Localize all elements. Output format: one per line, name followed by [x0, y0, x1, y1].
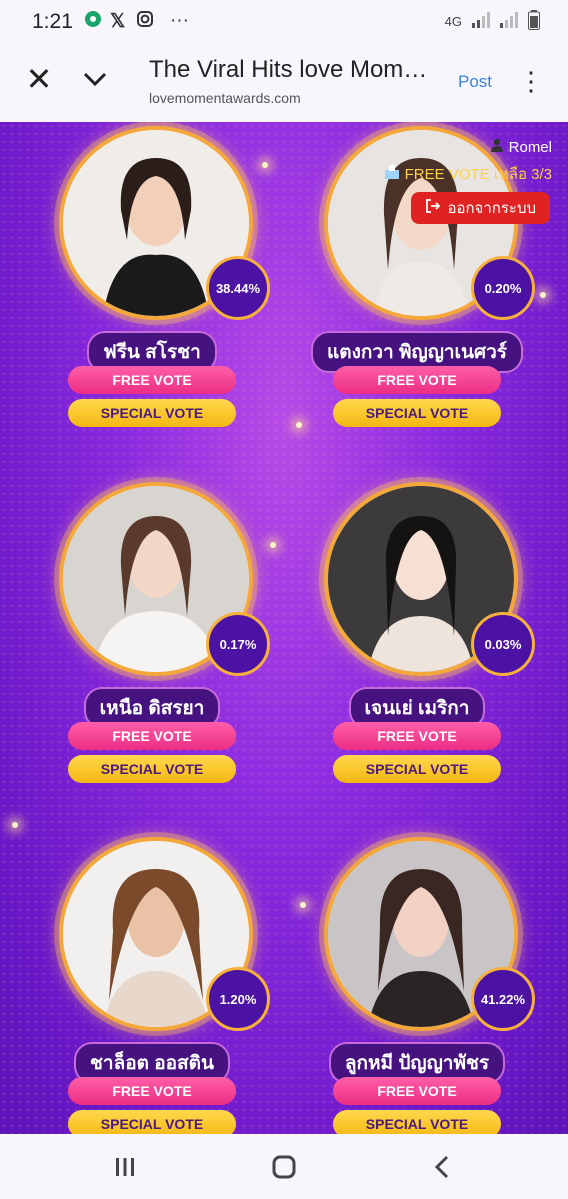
special-vote-button[interactable]: SPECIAL VOTE [333, 1110, 501, 1134]
candidate-card: 0.17% เหนือ ดิสรยา FREE VOTE SPECIAL VOT… [32, 482, 272, 812]
free-vote-button[interactable]: FREE VOTE [68, 366, 236, 394]
status-bar: 1:21 𝕏 ··· 4G [0, 0, 568, 44]
free-vote-button[interactable]: FREE VOTE [333, 722, 501, 750]
free-vote-button[interactable]: FREE VOTE [333, 1077, 501, 1105]
logout-label: ออกจากระบบ [447, 200, 536, 217]
special-vote-button[interactable]: SPECIAL VOTE [68, 1110, 236, 1134]
sparkle [540, 292, 546, 298]
vote-percentage: 0.03% [471, 612, 535, 676]
special-vote-button[interactable]: SPECIAL VOTE [333, 755, 501, 783]
network-type: 4G [444, 14, 462, 29]
back-icon[interactable] [428, 1152, 458, 1182]
close-icon[interactable]: ✕ [24, 63, 54, 95]
user-name: Romel [508, 139, 552, 156]
free-vote-button[interactable]: FREE VOTE [68, 722, 236, 750]
recent-apps-icon[interactable] [110, 1152, 140, 1182]
user-icon [490, 138, 508, 156]
vote-percentage: 41.22% [471, 967, 535, 1031]
special-vote-button[interactable]: SPECIAL VOTE [68, 755, 236, 783]
more-notifications-icon: ··· [170, 10, 189, 31]
status-time: 1:21 [32, 10, 73, 33]
battery-icon [528, 10, 540, 33]
ballot-box-icon [384, 165, 404, 183]
chevron-down-icon[interactable] [80, 64, 110, 94]
special-vote-button[interactable]: SPECIAL VOTE [68, 399, 236, 427]
signal-icon-2 [500, 12, 518, 31]
page-url: lovemomentawards.com [149, 90, 301, 106]
vote-percentage: 1.20% [206, 967, 270, 1031]
candidate-card: 1.20% ชาล็อต ออสติน FREE VOTE SPECIAL VO… [32, 837, 272, 1134]
signal-icon [472, 12, 490, 31]
browser-toolbar: ✕ The Viral Hits love Mom… lovemomentawa… [0, 44, 568, 122]
free-vote-remaining: FREE VOTE เหลือ 3/3 [404, 166, 552, 183]
vote-percentage: 0.20% [471, 256, 535, 320]
free-vote-button[interactable]: FREE VOTE [333, 366, 501, 394]
logout-icon [425, 198, 441, 218]
more-options-icon[interactable]: ⋮ [518, 66, 544, 96]
system-nav-bar [0, 1134, 568, 1199]
x-app-icon: 𝕏 [110, 11, 126, 32]
app-notification-icon [84, 10, 102, 34]
post-button[interactable]: Post [458, 72, 492, 92]
vote-percentage: 0.17% [206, 612, 270, 676]
free-vote-button[interactable]: FREE VOTE [68, 1077, 236, 1105]
voting-page: 38.44% ฟรีน สโรชา FREE VOTE SPECIAL VOTE… [0, 122, 568, 1134]
special-vote-button[interactable]: SPECIAL VOTE [333, 399, 501, 427]
logout-button[interactable]: ออกจากระบบ [411, 192, 550, 224]
user-panel: Romel FREE VOTE เหลือ 3/3 [384, 138, 552, 186]
instagram-icon [136, 10, 154, 34]
candidate-card: 41.22% ลูกหมี ปัญญาพัชร FREE VOTE SPECIA… [297, 837, 537, 1134]
vote-percentage: 38.44% [206, 256, 270, 320]
sparkle [12, 822, 18, 828]
home-icon[interactable] [269, 1152, 299, 1182]
page-title: The Viral Hits love Mom… [149, 56, 428, 83]
candidate-card: 38.44% ฟรีน สโรชา FREE VOTE SPECIAL VOTE [32, 126, 272, 456]
candidate-card: 0.03% เจนเย่ เมริกา FREE VOTE SPECIAL VO… [297, 482, 537, 812]
